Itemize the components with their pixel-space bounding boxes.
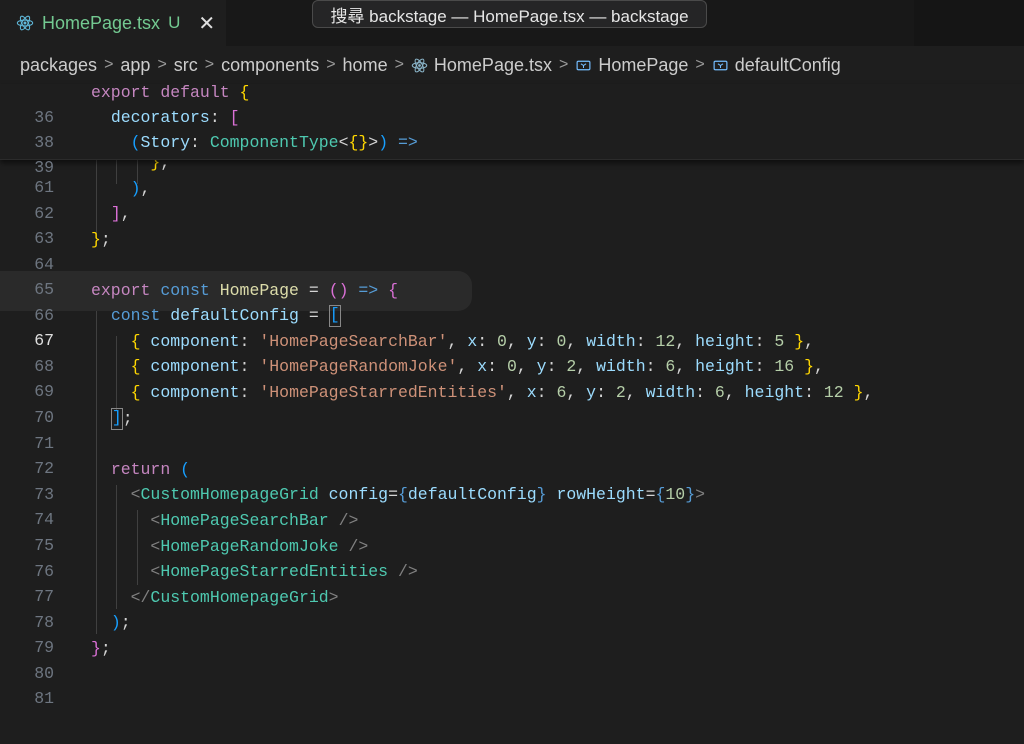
matching-bracket: ] — [110, 407, 123, 430]
breadcrumb-item-homepage-symbol[interactable]: HomePage — [598, 55, 688, 76]
code-line: 66 export const HomePage = () => { — [0, 278, 1024, 325]
command-center-label: 搜尋 backstage — HomePage.tsx — backstage — [330, 6, 689, 26]
code-text: { component: 'HomePageSearchBar', x: 0, … — [130, 332, 814, 351]
code-line: 67 const defaultConfig = [ — [0, 303, 1024, 350]
code-line: 65 — [0, 252, 1024, 299]
code-text: export default { — [91, 83, 250, 102]
code-text: return ( — [110, 460, 191, 479]
chevron-right-icon: > — [204, 56, 215, 73]
line-number: 39 — [34, 158, 54, 177]
breadcrumb-item-packages[interactable]: packages — [20, 55, 97, 76]
react-icon — [411, 58, 428, 72]
chevron-right-icon: > — [394, 56, 404, 73]
code-line: 75 <HomePageSearchBar /> — [0, 508, 1024, 555]
code-text: ], — [110, 204, 131, 223]
title-bar-controls-area — [914, 0, 1024, 46]
code-text: ]; — [110, 407, 133, 430]
code-text: ); — [110, 613, 131, 632]
react-icon — [16, 15, 34, 31]
code-line: 68 { component: 'HomePageSearchBar', x: … — [0, 329, 1024, 376]
code-text: <HomePageStarredEntities /> — [150, 562, 418, 581]
code-text: <CustomHomepageGrid config={defaultConfi… — [130, 485, 705, 504]
code-line: 38 decorators: [ — [0, 105, 1024, 152]
code-line: 78 </CustomHomepageGrid> — [0, 585, 1024, 632]
code-text: }; — [91, 639, 111, 658]
code-editor[interactable]: 36 export default { 38 decorators: [ 39 … — [0, 83, 1024, 744]
code-text: </CustomHomepageGrid> — [130, 588, 339, 607]
code-text: decorators: [ — [110, 108, 240, 127]
git-status-badge: U — [168, 13, 181, 32]
breadcrumb-item-defaultconfig[interactable]: defaultConfig — [735, 55, 841, 76]
code-line: 71 ]; — [0, 406, 1024, 453]
code-text: export const HomePage = () => { — [91, 281, 399, 300]
chevron-right-icon: > — [695, 56, 705, 73]
editor-tab-homepage[interactable]: HomePage.tsx U ✕ — [0, 0, 226, 46]
chevron-right-icon: > — [558, 56, 569, 73]
code-line: 74 <CustomHomepageGrid config={defaultCo… — [0, 482, 1024, 529]
command-center-search[interactable]: 搜尋 backstage — HomePage.tsx — backstage — [312, 0, 707, 28]
chevron-right-icon: > — [326, 56, 336, 73]
code-line: 79 ); — [0, 610, 1024, 657]
close-icon[interactable]: ✕ — [198, 11, 215, 36]
code-line: 77 <HomePageStarredEntities /> — [0, 559, 1024, 606]
breadcrumb-item-src[interactable]: src — [174, 55, 198, 76]
code-line: 81 — [0, 661, 1024, 708]
chevron-right-icon: > — [157, 56, 167, 73]
breadcrumb-item-app[interactable]: app — [120, 55, 150, 76]
code-text: const defaultConfig = [ — [110, 304, 341, 327]
code-text: { component: 'HomePageStarredEntities', … — [130, 383, 874, 402]
code-line: 76 <HomePageRandomJoke /> — [0, 534, 1024, 581]
code-text: }; — [91, 230, 111, 249]
code-text: { component: 'HomePageRandomJoke', x: 0,… — [130, 357, 824, 376]
breadcrumb: packages > app > src > components > home… — [0, 46, 1024, 84]
symbol-variable-icon — [576, 60, 591, 70]
code-line: 73 return ( — [0, 457, 1024, 504]
symbol-variable-icon — [713, 60, 728, 70]
code-line: 36 export default { — [0, 80, 1024, 127]
code-text: ), — [130, 179, 151, 198]
code-line: 80 }; — [0, 636, 1024, 683]
breadcrumb-item-file[interactable]: HomePage.tsx — [434, 55, 552, 76]
breadcrumb-item-home[interactable]: home — [343, 55, 388, 76]
sticky-scroll[interactable]: 36 export default { 38 decorators: [ 39 … — [0, 83, 1024, 177]
code-line: 62 ), — [0, 176, 1024, 223]
code-line: 63 ], — [0, 201, 1024, 248]
code-line: 39 (Story: ComponentType<{}>) => — [0, 130, 1024, 177]
code-line: 72 — [0, 431, 1024, 478]
code-text: <HomePageSearchBar /> — [150, 511, 359, 530]
text-cursor: [ — [328, 304, 341, 327]
tab-filename: HomePage.tsx — [42, 12, 161, 33]
code-text: (Story: ComponentType<{}>) => — [130, 133, 418, 152]
code-line: 64 }; — [0, 227, 1024, 274]
code-line: 69 { component: 'HomePageRandomJoke', x:… — [0, 354, 1024, 401]
line-number: 81 — [34, 689, 54, 708]
code-line: 70 { component: 'HomePageStarredEntities… — [0, 380, 1024, 427]
chevron-right-icon: > — [104, 56, 114, 73]
code-text: <HomePageRandomJoke /> — [150, 537, 369, 556]
breadcrumb-item-components[interactable]: components — [221, 55, 319, 76]
tab-bar: HomePage.tsx U ✕ 搜尋 backstage — HomePage… — [0, 0, 1024, 46]
